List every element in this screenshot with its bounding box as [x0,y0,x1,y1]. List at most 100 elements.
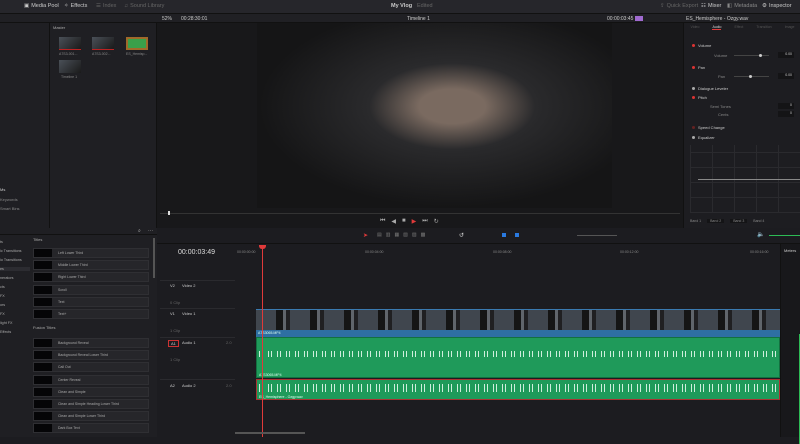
effects-category[interactable]: es [0,267,30,271]
snapping-icon[interactable]: ↺ [459,232,464,239]
effects-category[interactable]: FX [0,294,5,298]
effects-scrollbar[interactable] [153,238,155,278]
pan-param: Pan [718,74,725,79]
effects-category[interactable]: nerators [0,276,14,280]
pan-toggle[interactable] [692,66,695,69]
edit-tools-icon[interactable]: ▤▥▦▧▨▩ [377,232,429,238]
volume-value[interactable]: 0.00 [778,52,794,58]
effects-category[interactable]: io Transitions [0,258,22,262]
bin-item[interactable]: Keywords [0,197,18,202]
timeline-scrollbar[interactable] [235,432,305,434]
effects-category[interactable]: Effects [0,330,11,334]
index-button[interactable]: ☰Index [96,3,116,9]
flag-icon[interactable] [502,233,506,237]
effect-item[interactable]: Text+ [33,309,149,319]
tab-video[interactable]: Video [691,25,700,30]
effect-item[interactable]: Middle Lower Third [33,260,149,270]
effect-item[interactable]: Center Reveal [33,375,149,385]
view-options-icon[interactable] [635,16,643,21]
timeline-name[interactable]: Timeline 1 [407,16,430,22]
timeline-thumbnail[interactable] [59,60,81,73]
effect-item[interactable]: Text [33,297,149,307]
band-3-button[interactable]: Band 3 [730,219,747,223]
go-to-end-icon[interactable]: ⏭ [422,218,427,225]
effects-category[interactable]: ts [0,240,3,244]
band-4-button[interactable]: Band 4 [753,219,764,223]
selection-tool-icon[interactable]: ➤ [363,232,368,239]
stop-icon[interactable]: ■ [402,218,406,225]
zoom-slider[interactable] [577,235,617,236]
inspector-button[interactable]: ⚙Inspector [762,3,792,9]
audio2-clip[interactable]: ES_Hemisphere - Ozgy.wav [256,379,780,400]
effect-name: Left Lower Third [58,251,83,255]
band-2-button[interactable]: Band 2 [707,219,724,223]
clip-thumbnail[interactable] [92,37,114,50]
bin-item[interactable]: Smart Bins [0,206,20,211]
effect-thumbnail [34,249,52,257]
playhead[interactable] [262,246,263,437]
pan-slider[interactable] [734,76,769,77]
effects-category[interactable]: ors [0,303,5,307]
marker-icon[interactable] [515,233,519,237]
audio1-clip[interactable]: A7S3065.MP4 [256,337,780,378]
effects-category[interactable]: light FX [0,321,13,325]
zoom-level[interactable]: 52% [162,16,172,22]
effect-item[interactable]: Background Reveal [33,338,149,348]
track-header-a2[interactable]: A2Audio 22.0 [160,379,235,401]
volume-slider[interactable] [734,55,769,56]
effect-item[interactable]: Clean and Simple Lower Third [33,411,149,421]
effect-item[interactable]: Background Reveal Lower Third [33,350,149,360]
audio-clip-thumbnail[interactable] [126,37,148,50]
effect-item[interactable]: Right Lower Third [33,272,149,282]
scrubber[interactable] [160,213,680,214]
clip-thumbnail[interactable] [59,37,81,50]
effect-item[interactable]: Clean and Simple Heading Lower Third [33,399,149,409]
metadata-button[interactable]: ◧Metadata [727,3,757,9]
effects-header: ⌕ ··· [0,228,157,235]
semitones-value[interactable]: 0 [778,103,794,109]
sound-library-button[interactable]: ♫Sound Library [124,3,164,9]
volume-icon[interactable]: 🔈 [757,231,764,238]
effect-item[interactable]: Clean and Simple [33,387,149,397]
tab-audio[interactable]: Audio [712,25,721,30]
mixer-button[interactable]: ☷Mixer [701,3,721,9]
cents-value[interactable]: 0 [778,111,794,117]
more-icon[interactable]: ··· [148,228,153,234]
band-1-button[interactable]: Band 1 [690,219,701,223]
pan-value[interactable]: 0.00 [778,73,794,79]
tab-transition[interactable]: Transition [756,25,771,30]
media-pool-button[interactable]: ▣Media Pool [24,3,59,9]
loop-icon[interactable]: ↻ [434,218,439,225]
effect-item[interactable]: Dark Box Text [33,423,149,433]
play-reverse-icon[interactable]: ◀ [391,218,396,225]
effects-category[interactable]: FX [0,312,5,316]
play-icon[interactable]: ▶ [412,218,417,225]
eq-graph[interactable] [690,145,800,213]
effect-thumbnail [34,363,52,371]
track-header-v2[interactable]: V2Video 20 Clip [160,280,235,308]
search-icon[interactable]: ⌕ [138,228,141,234]
effects-category[interactable]: ic Transitions [0,249,22,253]
effects-category[interactable]: cts [0,285,5,289]
track-header-a1[interactable]: A1Audio 12.01 Clip [160,337,235,379]
pitch-toggle[interactable] [692,96,695,99]
quick-export-button[interactable]: ⇪Quick Export [660,3,698,9]
track-header-v1[interactable]: V1Video 11 Clip [160,308,235,337]
scrubber-handle[interactable] [168,211,170,215]
effect-thumbnail [34,351,52,359]
effect-item[interactable]: Scroll [33,285,149,295]
effect-thumbnail [34,376,52,384]
tab-image[interactable]: Image [785,25,795,30]
video-clip-label-bar[interactable]: A7S3065.MP4 [256,330,780,337]
volume-toggle[interactable] [692,44,695,47]
video-clip[interactable] [256,309,780,330]
equalizer-toggle[interactable] [692,136,695,139]
tab-effect[interactable]: Effect [734,25,743,30]
speed-change-toggle[interactable] [692,126,695,129]
master-volume-slider[interactable] [769,235,800,236]
effects-button[interactable]: ✧Effects [64,3,87,9]
go-to-start-icon[interactable]: ⏮ [380,218,385,225]
effect-item[interactable]: Call Out [33,362,149,372]
effect-item[interactable]: Left Lower Third [33,248,149,258]
bin-item[interactable]: Ms [0,187,5,192]
